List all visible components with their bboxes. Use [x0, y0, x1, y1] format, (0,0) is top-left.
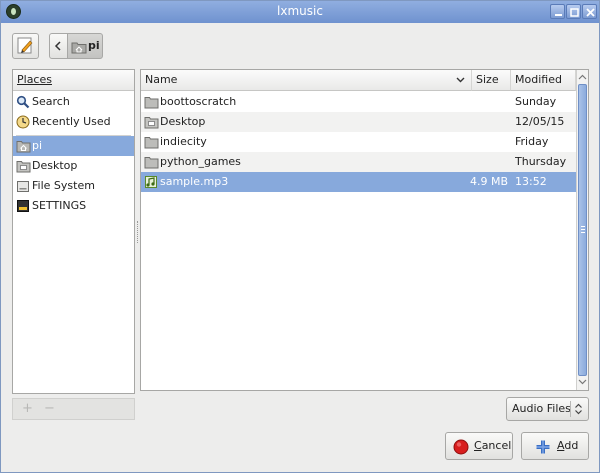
sidebar-item-pi[interactable]: pi	[13, 136, 134, 156]
pane-resize-handle[interactable]	[137, 221, 139, 243]
column-header-name[interactable]: Name	[141, 70, 472, 91]
scrollbar-thumb[interactable]	[578, 84, 587, 376]
file-size	[472, 112, 511, 132]
folder-icon	[144, 97, 159, 109]
file-modified: Sunday	[515, 95, 557, 108]
file-size: 4.9 MB	[469, 175, 508, 188]
plus-icon	[536, 440, 550, 454]
places-header[interactable]: Places	[13, 70, 134, 91]
column-header-label: Name	[145, 73, 178, 86]
sidebar-item-label: SETTINGS	[32, 199, 87, 212]
sidebar-item-recently-used[interactable]: Recently Used	[13, 112, 134, 132]
cancel-button[interactable]: Cancel	[445, 432, 513, 460]
filter-selected-value: Audio Files	[512, 402, 571, 415]
file-size	[472, 132, 511, 152]
add-button[interactable]: Add	[521, 432, 589, 460]
sidebar-item-desktop[interactable]: Desktop	[13, 156, 134, 176]
sidebar-item-label: pi	[32, 139, 43, 152]
close-icon	[586, 8, 595, 17]
file-list: Name Size Modified boottoscratch Sunday …	[140, 69, 589, 391]
add-bookmark-button[interactable]: +	[22, 401, 33, 416]
table-row[interactable]: Desktop 12/05/15	[141, 112, 576, 132]
removable-drive-icon	[17, 200, 29, 212]
sidebar-item-label: Desktop	[32, 159, 78, 172]
file-size	[472, 152, 511, 172]
home-folder-icon	[71, 42, 87, 54]
table-row[interactable]: indiecity Friday	[141, 132, 576, 152]
window-title: lxmusic	[277, 4, 323, 18]
column-header-size[interactable]: Size	[472, 70, 511, 91]
maximize-icon	[570, 8, 579, 17]
add-label: Add	[557, 439, 579, 452]
file-name: sample.mp3	[160, 175, 229, 188]
column-header-label: Size	[476, 73, 499, 86]
scroll-up-icon[interactable]	[578, 74, 587, 80]
table-row-selected[interactable]: sample.mp3 4.9 MB 13:52	[141, 172, 576, 192]
file-name: Desktop	[160, 115, 206, 128]
maximize-button[interactable]	[566, 4, 581, 19]
desktop-folder-icon	[16, 161, 31, 173]
file-name: python_games	[160, 155, 241, 168]
sidebar-item-settings[interactable]: SETTINGS	[13, 196, 134, 216]
places-header-label: Places	[17, 73, 52, 86]
title-bar[interactable]: lxmusic	[1, 1, 599, 23]
folder-icon	[144, 137, 159, 149]
chevron-left-icon	[54, 41, 61, 51]
file-modified: Friday	[515, 135, 549, 148]
column-header-label: Modified	[515, 73, 562, 86]
scroll-down-icon[interactable]	[578, 379, 587, 385]
sidebar-item-file-system[interactable]: File System	[13, 176, 134, 196]
file-modified: 13:52	[515, 175, 547, 188]
sidebar-item-label: Search	[32, 95, 70, 108]
table-row[interactable]: python_games Thursday	[141, 152, 576, 172]
desktop-folder-icon	[144, 117, 159, 129]
clock-icon	[16, 115, 30, 129]
stop-icon	[453, 439, 469, 455]
path-folder-pi-button[interactable]: pi	[67, 33, 103, 59]
home-folder-icon	[16, 141, 31, 153]
table-row[interactable]: boottoscratch Sunday	[141, 92, 576, 112]
minimize-icon	[555, 14, 562, 16]
file-chooser-window: lxmusic pi Places Search Recently Used p…	[0, 0, 600, 473]
minimize-button[interactable]	[550, 4, 565, 19]
file-type-filter-select[interactable]: Audio Files	[506, 397, 589, 421]
cancel-label: Cancel	[474, 439, 512, 452]
vertical-scrollbar[interactable]	[576, 70, 588, 390]
edit-location-button[interactable]	[12, 33, 39, 59]
search-icon	[16, 95, 30, 109]
sidebar-item-label: Recently Used	[32, 115, 111, 128]
chevron-updown-icon	[575, 403, 582, 415]
file-name: indiecity	[160, 135, 207, 148]
pencil-icon	[17, 37, 33, 54]
file-name: boottoscratch	[160, 95, 237, 108]
drive-icon	[17, 181, 29, 192]
file-size	[472, 92, 511, 112]
places-sidebar: Places Search Recently Used pi Desktop F…	[12, 69, 135, 394]
folder-icon	[144, 157, 159, 169]
path-back-button[interactable]	[49, 33, 68, 59]
sidebar-item-label: File System	[32, 179, 95, 192]
chevron-down-icon	[456, 77, 465, 83]
file-modified: Thursday	[515, 155, 567, 168]
remove-bookmark-button[interactable]: −	[44, 401, 55, 416]
path-folder-label: pi	[88, 39, 100, 52]
column-header-modified[interactable]: Modified	[511, 70, 576, 91]
sidebar-item-search[interactable]: Search	[13, 92, 134, 112]
bookmark-toolbar: + −	[12, 398, 135, 420]
audio-file-icon	[145, 176, 157, 188]
close-button[interactable]	[582, 4, 597, 19]
file-modified: 12/05/15	[515, 115, 565, 128]
